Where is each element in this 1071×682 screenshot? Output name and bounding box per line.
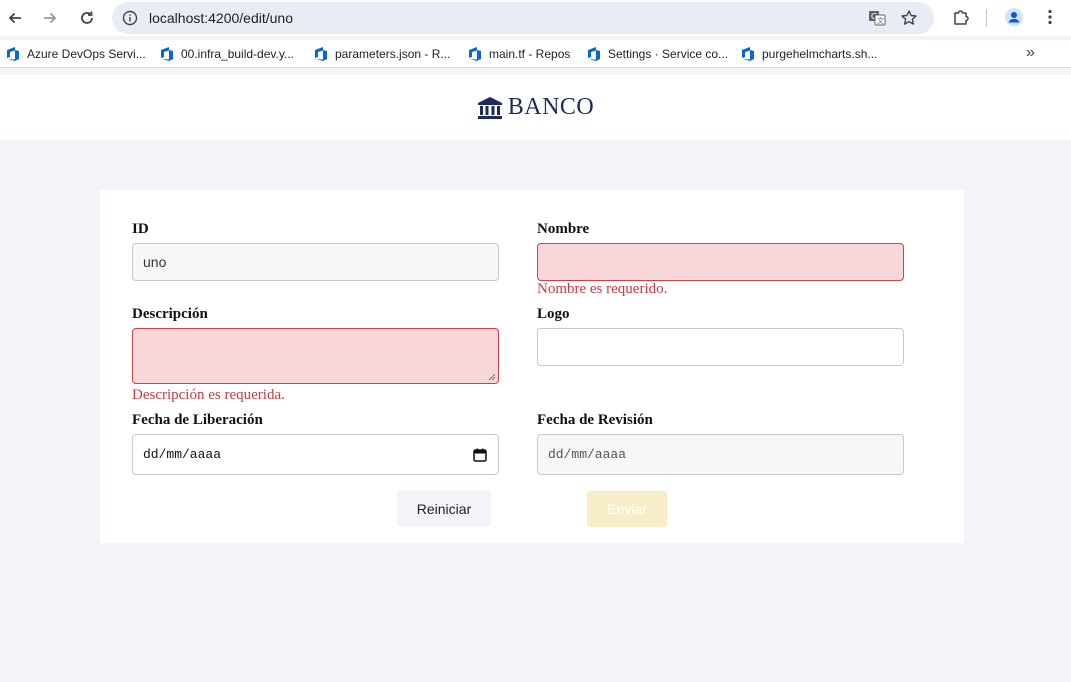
- logo-label: Logo: [537, 306, 570, 322]
- reset-button[interactable]: Reiniciar: [397, 491, 491, 527]
- back-icon[interactable]: [3, 6, 27, 30]
- translate-icon[interactable]: G文: [867, 8, 887, 28]
- id-value: uno: [143, 254, 167, 270]
- bookmark-label[interactable]: 00.infra_build-dev.y...: [181, 47, 294, 61]
- submit-button[interactable]: Enviar: [587, 491, 667, 527]
- calendar-icon[interactable]: [473, 448, 487, 462]
- bookmark-item[interactable]: Settings · Service co...: [586, 44, 728, 64]
- resize-handle-icon[interactable]: [488, 373, 496, 381]
- address-bar[interactable]: localhost:4200/edit/uno G文: [112, 2, 934, 34]
- fecha-liberacion-placeholder: dd/mm/aaaa: [143, 447, 222, 462]
- browser-toolbar: localhost:4200/edit/uno G文: [0, 0, 1071, 36]
- brand: BANCO: [477, 94, 595, 121]
- svg-text:文: 文: [877, 16, 884, 25]
- azure-devops-icon: [7, 47, 19, 61]
- bookmark-label[interactable]: purgehelmcharts.sh...: [762, 47, 877, 61]
- fecha-revision-label: Fecha de Revisión: [537, 412, 653, 428]
- descripcion-textarea[interactable]: [132, 328, 499, 384]
- nombre-error: Nombre es requerido.: [537, 281, 668, 297]
- bookmark-label[interactable]: Settings · Service co...: [608, 47, 728, 61]
- azure-devops-icon: [469, 47, 481, 61]
- azure-devops-icon: [315, 47, 327, 61]
- bookmark-item[interactable]: parameters.json - R...: [313, 44, 450, 64]
- url-text[interactable]: localhost:4200/edit/uno: [149, 10, 293, 26]
- fecha-revision-input[interactable]: dd/mm/aaaa: [537, 434, 904, 475]
- nombre-label: Nombre: [537, 221, 590, 237]
- fecha-liberacion-input[interactable]: dd/mm/aaaa: [132, 434, 499, 475]
- bookmark-item[interactable]: 00.infra_build-dev.y...: [159, 44, 294, 64]
- bookmarks-bar: Azure DevOps Servi... 00.infra_build-dev…: [0, 40, 1071, 68]
- id-label: ID: [132, 221, 149, 237]
- extensions-icon[interactable]: [950, 6, 972, 28]
- logo-input[interactable]: [537, 328, 904, 366]
- descripcion-error: Descripción es requerida.: [132, 387, 285, 403]
- azure-devops-icon: [742, 47, 754, 61]
- azure-devops-icon: [161, 47, 173, 61]
- bookmark-item[interactable]: main.tf - Repos: [467, 44, 570, 64]
- brand-name: BANCO: [507, 94, 595, 120]
- menu-icon[interactable]: [1039, 6, 1061, 28]
- app-header: BANCO: [0, 75, 1071, 140]
- bookmark-item[interactable]: purgehelmcharts.sh...: [740, 44, 877, 64]
- bank-icon: [477, 96, 502, 119]
- id-input[interactable]: uno: [132, 243, 499, 281]
- fecha-revision-placeholder: dd/mm/aaaa: [548, 447, 627, 462]
- descripcion-label: Descripción: [132, 306, 208, 322]
- reload-icon[interactable]: [75, 6, 99, 30]
- bookmark-label[interactable]: parameters.json - R...: [335, 47, 450, 61]
- bookmark-label[interactable]: main.tf - Repos: [489, 47, 570, 61]
- forward-icon[interactable]: [38, 6, 62, 30]
- azure-devops-icon: [588, 47, 600, 61]
- info-icon[interactable]: [122, 10, 138, 26]
- toolbar-divider: [986, 9, 987, 27]
- fecha-liberacion-label: Fecha de Liberación: [132, 412, 263, 428]
- bookmark-item[interactable]: Azure DevOps Servi...: [5, 44, 146, 64]
- profile-icon[interactable]: [1003, 6, 1025, 28]
- star-icon[interactable]: [899, 8, 919, 28]
- bookmark-label[interactable]: Azure DevOps Servi...: [27, 47, 146, 61]
- nombre-input[interactable]: [537, 243, 904, 281]
- bookmarks-overflow-button[interactable]: »: [1026, 44, 1035, 62]
